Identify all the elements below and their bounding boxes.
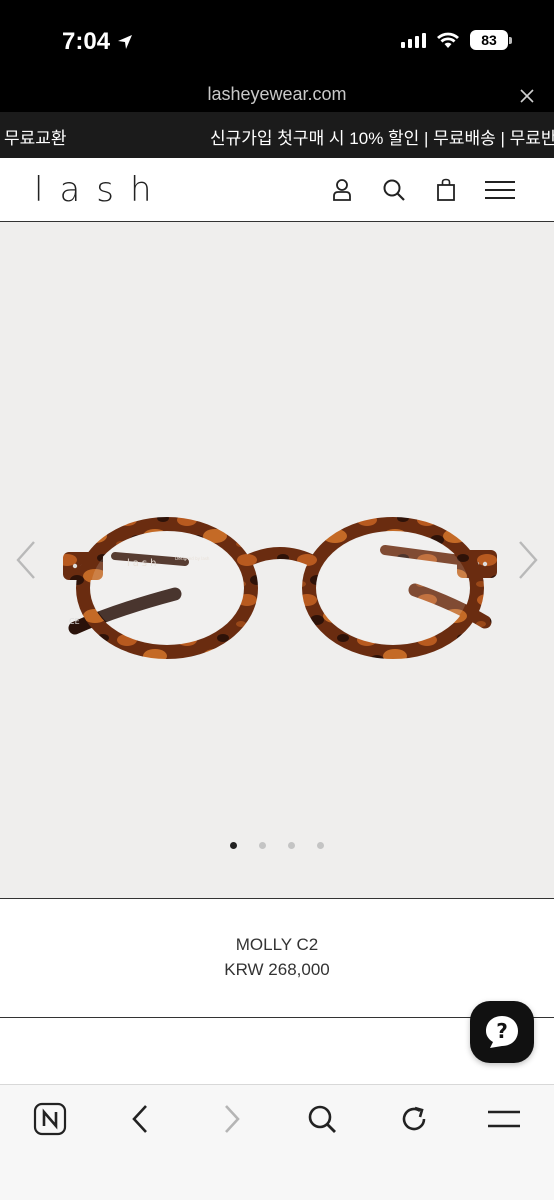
naver-icon[interactable] bbox=[32, 1101, 68, 1137]
menu-icon[interactable] bbox=[484, 176, 516, 204]
chevron-right-icon[interactable] bbox=[512, 538, 542, 582]
gallery-dot[interactable] bbox=[288, 842, 295, 849]
site-header: lash bbox=[0, 158, 554, 222]
banner-text-right: 신규가입 첫구매 시 10% 할인 | 무료배송 | 무료반 bbox=[210, 129, 554, 148]
close-icon[interactable] bbox=[520, 89, 534, 103]
browser-toolbar bbox=[0, 1084, 554, 1200]
search-icon[interactable] bbox=[380, 176, 408, 204]
back-icon[interactable] bbox=[122, 1101, 158, 1137]
url-text[interactable]: lasheyewear.com bbox=[0, 84, 554, 105]
chat-question-icon: ? bbox=[486, 1016, 518, 1048]
frame-brand-text: lash bbox=[127, 558, 159, 569]
product-info: MOLLY C2 KRW 268,000 bbox=[0, 898, 554, 1018]
header-icons bbox=[328, 176, 516, 204]
chat-help-button[interactable]: ? bbox=[470, 1001, 534, 1063]
product-name: MOLLY C2 bbox=[235, 935, 319, 954]
url-bar[interactable]: lasheyewear.com bbox=[0, 80, 554, 112]
forward-icon[interactable] bbox=[214, 1101, 250, 1137]
gallery-dot[interactable] bbox=[259, 842, 266, 849]
battery-indicator: 83 bbox=[470, 30, 512, 50]
wifi-icon bbox=[437, 32, 459, 48]
banner-text-left: 무료교환 bbox=[4, 129, 67, 148]
location-arrow-icon bbox=[118, 35, 133, 49]
frame-small-text: Designed by lash bbox=[175, 556, 210, 561]
svg-text:?: ? bbox=[496, 1019, 508, 1043]
gallery-dot[interactable] bbox=[230, 842, 237, 849]
menu-icon[interactable] bbox=[486, 1101, 522, 1137]
search-icon[interactable] bbox=[304, 1101, 340, 1137]
status-indicators: 83 bbox=[401, 30, 512, 50]
gallery-dot[interactable] bbox=[317, 842, 324, 849]
battery-level: 83 bbox=[481, 32, 497, 48]
product-gallery[interactable]: lash Designed by lash CE bbox=[0, 222, 554, 898]
chevron-left-icon[interactable] bbox=[12, 538, 42, 582]
signal-icon bbox=[401, 32, 426, 48]
status-time-group: 7:04 bbox=[62, 28, 134, 56]
svg-text:CE: CE bbox=[69, 617, 80, 626]
status-time: 7:04 bbox=[62, 28, 111, 55]
brand-logo[interactable]: lash bbox=[34, 170, 168, 210]
eyeglasses-image: lash Designed by lash CE bbox=[63, 517, 497, 659]
status-bar: 7:04 83 bbox=[0, 0, 554, 80]
reload-icon[interactable] bbox=[396, 1101, 432, 1137]
gallery-pagination bbox=[0, 842, 554, 849]
user-icon[interactable] bbox=[328, 176, 356, 204]
product-price: KRW 268,000 bbox=[224, 960, 330, 979]
bag-icon[interactable] bbox=[432, 176, 460, 204]
promo-banner: 무료교환 신규가입 첫구매 시 10% 할인 | 무료배송 | 무료반 bbox=[0, 112, 554, 158]
